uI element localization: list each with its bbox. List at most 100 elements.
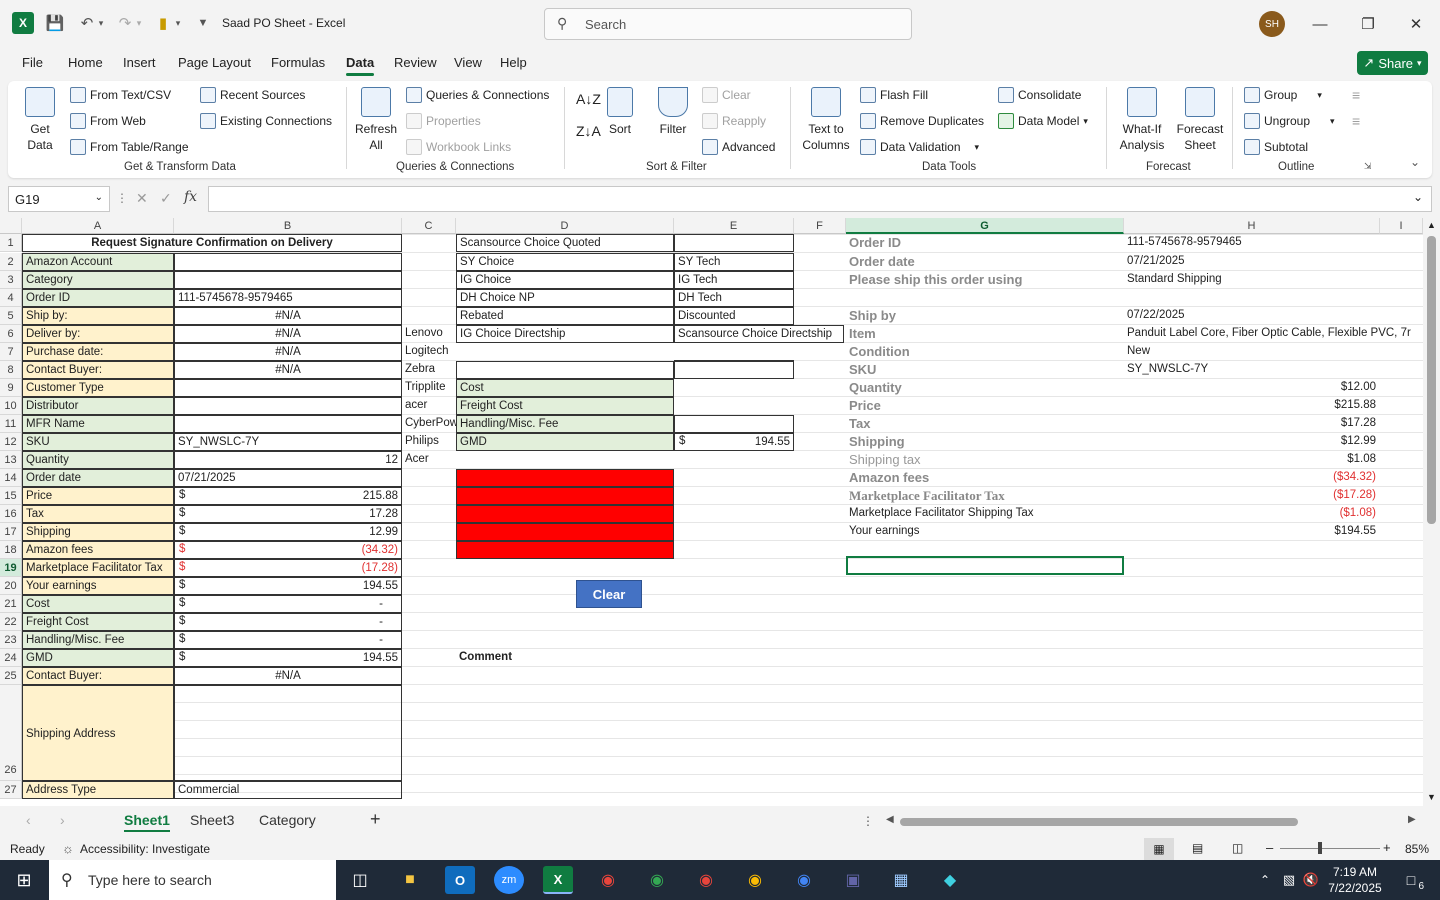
cell-label[interactable]: SKU	[22, 433, 174, 451]
select-all-corner[interactable]	[0, 218, 22, 234]
cell-label[interactable]: Price	[22, 487, 174, 505]
cell-label[interactable]: Marketplace Facilitator Tax	[22, 559, 174, 577]
cell-label[interactable]: Amazon Account	[22, 253, 174, 271]
minimize-icon[interactable]: —	[1306, 12, 1334, 36]
order-detail-label[interactable]: Marketplace Facilitator Shipping Tax	[846, 505, 1124, 523]
outlook-icon[interactable]: O	[445, 866, 475, 894]
cell-value[interactable]: 215.88	[174, 487, 402, 505]
order-detail-label[interactable]: Your earnings	[846, 523, 1124, 541]
cell-brand[interactable]: Logitech	[402, 343, 456, 361]
taskbar-search-input[interactable]: ⚲ Type here to search	[49, 860, 336, 900]
cell-red-highlight[interactable]	[456, 541, 674, 559]
order-detail-label[interactable]: Tax	[846, 415, 1124, 433]
currency-symbol[interactable]: $	[176, 649, 196, 667]
filter-button[interactable]: Filter	[656, 87, 690, 137]
order-detail-value[interactable]: Standard Shipping	[1124, 271, 1423, 289]
zoom-slider-thumb[interactable]	[1318, 842, 1322, 854]
cell-distributor-tech[interactable]: DH Tech	[674, 289, 794, 307]
row-header[interactable]: 14	[0, 469, 22, 487]
cell-label[interactable]: Customer Type	[22, 379, 174, 397]
row-header[interactable]: 11	[0, 415, 22, 433]
cell-label[interactable]: Category	[22, 271, 174, 289]
currency-symbol[interactable]: $	[176, 577, 196, 595]
row-header[interactable]: 22	[0, 613, 22, 631]
order-detail-value[interactable]: 07/21/2025	[1124, 253, 1423, 271]
row-header[interactable]: 24	[0, 649, 22, 667]
tab-review[interactable]: Review	[394, 55, 437, 70]
row-header[interactable]: 4	[0, 289, 22, 307]
cell-value[interactable]	[174, 379, 402, 397]
calculator-icon[interactable]: ▦	[886, 866, 916, 894]
cell-distributor-tech[interactable]: Scansource Choice Directship	[674, 325, 844, 343]
cell-brand[interactable]: Lenovo	[402, 325, 456, 343]
order-detail-value[interactable]: ($1.08)	[1124, 505, 1420, 523]
order-detail-label[interactable]: Order ID	[846, 234, 1124, 252]
cell-value[interactable]: -	[174, 613, 402, 631]
insert-function-icon[interactable]: fx	[184, 189, 197, 205]
cell-label[interactable]: Shipping Address	[22, 685, 174, 781]
cell-value[interactable]: #N/A	[174, 361, 402, 379]
cell-value[interactable]: 194.55	[174, 577, 402, 595]
share-button[interactable]: ↗ Share ▾	[1357, 51, 1428, 75]
cell-distributor-tech[interactable]: IG Tech	[674, 271, 794, 289]
cell-distributor[interactable]: Rebated	[456, 307, 674, 325]
cell-value[interactable]: 17.28	[174, 505, 402, 523]
cell-label[interactable]: Order ID	[22, 289, 174, 307]
currency-symbol[interactable]: $	[176, 487, 196, 505]
more-options-icon[interactable]: ⋮	[116, 191, 128, 205]
order-detail-value[interactable]: SY_NWSLC-7Y	[1124, 361, 1423, 379]
cell-empty[interactable]	[456, 361, 674, 379]
cell-value[interactable]	[174, 271, 402, 289]
tab-insert[interactable]: Insert	[123, 55, 156, 70]
row-header[interactable]: 10	[0, 397, 22, 415]
order-detail-label[interactable]: Quantity	[846, 379, 1124, 397]
sheet-tab-sheet3[interactable]: Sheet3	[190, 812, 234, 828]
undo-dropdown-icon[interactable]: ▾	[96, 12, 106, 34]
row-header[interactable]: 25	[0, 667, 22, 685]
row-header[interactable]: 9	[0, 379, 22, 397]
column-header[interactable]: C	[402, 218, 456, 234]
show-detail-icon[interactable]: ≡	[1352, 87, 1360, 103]
cell-value[interactable]: -	[174, 631, 402, 649]
row-header[interactable]: 6	[0, 325, 22, 343]
row-header[interactable]: 16	[0, 505, 22, 523]
cell-label[interactable]: Contact Buyer:	[22, 667, 174, 685]
order-detail-value[interactable]: New	[1124, 343, 1423, 361]
cell-value[interactable]: 111-5745678-9579465	[174, 289, 402, 307]
zoom-in-icon[interactable]: +	[1383, 840, 1391, 855]
order-detail-label[interactable]	[846, 289, 1124, 307]
column-header[interactable]: A	[22, 218, 174, 234]
column-header[interactable]: B	[174, 218, 402, 234]
tab-home[interactable]: Home	[68, 55, 103, 70]
cell-distributor-tech[interactable]	[674, 379, 794, 397]
row-header[interactable]: 7	[0, 343, 22, 361]
sheet-tab-category[interactable]: Category	[259, 812, 316, 828]
reapply-button[interactable]: Reapply	[702, 113, 766, 129]
order-detail-value[interactable]: $17.28	[1124, 415, 1420, 433]
row-header[interactable]: 2	[0, 253, 22, 271]
order-detail-label[interactable]: Shipping tax	[846, 451, 1124, 469]
currency-symbol[interactable]: $	[176, 541, 196, 559]
worksheet-grid[interactable]: A B C D E F G H I 1 2 3 4 5 6 7 8 9 10 11 12 13 14 15 1…	[0, 218, 1423, 806]
sort-a-z-button[interactable]: A↓Z	[576, 91, 601, 107]
consolidate-button[interactable]: Consolidate	[998, 87, 1081, 103]
close-icon[interactable]: ✕	[1402, 12, 1430, 36]
order-detail-value[interactable]: ($17.28)	[1124, 487, 1420, 505]
order-detail-label[interactable]: Item	[846, 325, 1124, 343]
volume-muted-icon[interactable]: 🔇	[1296, 866, 1326, 894]
cell-distributor-tech[interactable]: SY Tech	[674, 253, 794, 271]
cell-distributor-tech[interactable]	[674, 415, 794, 433]
row-header[interactable]: 26	[0, 685, 22, 781]
undo-icon[interactable]: ↶	[76, 12, 98, 34]
cell-value[interactable]: 194.55	[174, 649, 402, 667]
name-box[interactable]: G19 ⌄	[8, 186, 110, 212]
clear-filter-button[interactable]: Clear	[702, 87, 751, 103]
order-detail-label[interactable]: Condition	[846, 343, 1124, 361]
row-header[interactable]: 3	[0, 271, 22, 289]
cell-distributor[interactable]: GMD	[456, 433, 674, 451]
chrome-icon[interactable]: ◉	[789, 866, 819, 894]
clear-button[interactable]: Clear	[576, 580, 642, 608]
workbook-links-button[interactable]: Workbook Links	[406, 139, 511, 155]
scroll-up-icon[interactable]: ▲	[1427, 220, 1436, 230]
cell-value[interactable]: #N/A	[174, 325, 402, 343]
